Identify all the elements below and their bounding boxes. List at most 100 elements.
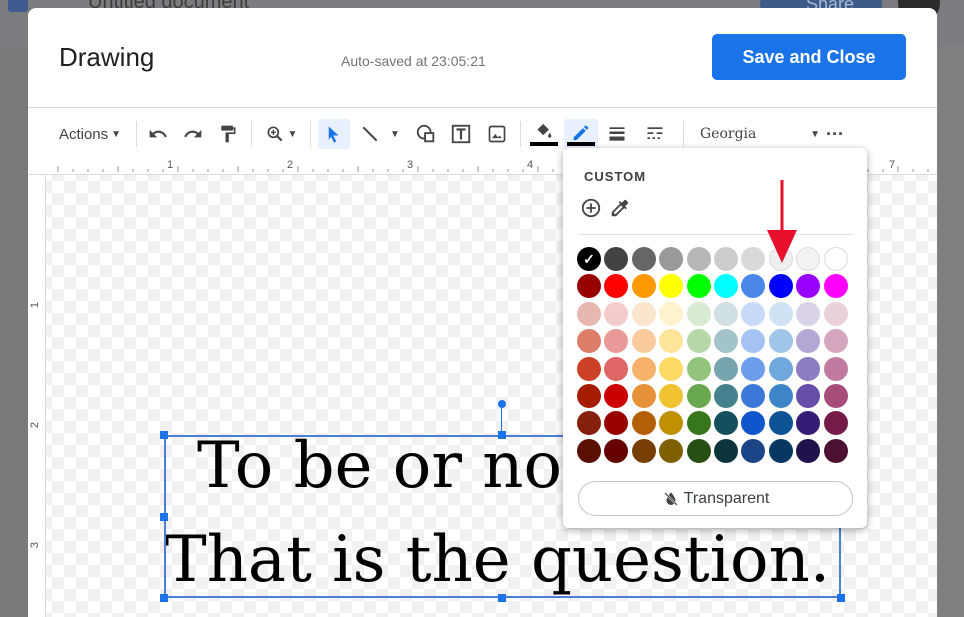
color-swatch[interactable]	[768, 438, 793, 463]
color-swatch[interactable]	[823, 329, 848, 354]
text-box-button[interactable]	[447, 119, 475, 149]
color-swatch[interactable]	[604, 438, 629, 463]
color-swatch[interactable]	[768, 356, 793, 381]
color-swatch[interactable]	[604, 247, 629, 271]
color-swatch[interactable]	[659, 247, 684, 271]
eyedropper-button[interactable]	[609, 197, 631, 224]
color-swatch[interactable]	[823, 384, 848, 408]
select-tool-button[interactable]	[318, 119, 350, 149]
color-swatch[interactable]	[604, 274, 629, 299]
font-menu[interactable]: Georgia ▼	[694, 119, 820, 149]
color-swatch[interactable]	[714, 301, 738, 326]
color-swatch[interactable]	[686, 301, 711, 326]
color-swatch[interactable]	[631, 329, 656, 354]
image-button[interactable]	[483, 119, 511, 149]
color-swatch[interactable]	[768, 329, 793, 354]
color-swatch[interactable]	[796, 356, 821, 381]
resize-handle-bottom[interactable]	[498, 594, 506, 602]
color-swatch[interactable]	[659, 384, 684, 408]
color-swatch[interactable]	[768, 384, 793, 408]
color-swatch[interactable]	[686, 384, 711, 408]
resize-handle-top[interactable]	[498, 431, 506, 439]
more-options-button[interactable]: ···	[821, 119, 849, 149]
color-swatch[interactable]	[796, 274, 821, 299]
color-swatch[interactable]	[823, 247, 848, 271]
actions-menu[interactable]: Actions ▼	[52, 119, 128, 149]
color-swatch[interactable]	[686, 329, 711, 354]
color-swatch[interactable]	[741, 438, 766, 463]
resize-handle-bottom-left[interactable]	[160, 594, 168, 602]
undo-button[interactable]	[144, 119, 172, 149]
color-swatch[interactable]	[604, 384, 629, 408]
add-custom-color-button[interactable]	[580, 197, 602, 224]
color-swatch[interactable]	[823, 274, 848, 299]
paint-format-button[interactable]	[214, 119, 242, 149]
resize-handle-top-left[interactable]	[160, 431, 168, 439]
color-swatch[interactable]: ✓	[577, 247, 601, 271]
border-weight-button[interactable]	[603, 119, 631, 149]
color-swatch[interactable]	[714, 274, 738, 299]
color-swatch[interactable]	[714, 438, 738, 463]
color-swatch[interactable]	[577, 301, 601, 326]
color-swatch[interactable]	[659, 411, 684, 436]
color-swatch[interactable]	[659, 438, 684, 463]
color-swatch[interactable]	[823, 301, 848, 326]
color-swatch[interactable]	[741, 329, 766, 354]
color-swatch[interactable]	[686, 411, 711, 436]
fill-color-button[interactable]	[528, 119, 560, 149]
color-swatch[interactable]	[796, 247, 821, 271]
color-swatch[interactable]	[796, 329, 821, 354]
color-swatch[interactable]	[686, 356, 711, 381]
color-swatch[interactable]	[659, 329, 684, 354]
color-swatch[interactable]	[686, 438, 711, 463]
color-swatch[interactable]	[741, 247, 766, 271]
color-swatch[interactable]	[686, 274, 711, 299]
color-swatch[interactable]	[577, 384, 601, 408]
color-swatch[interactable]	[577, 356, 601, 381]
color-swatch[interactable]	[631, 247, 656, 271]
transparent-button[interactable]: Transparent	[578, 481, 853, 516]
color-swatch[interactable]	[714, 329, 738, 354]
color-swatch[interactable]	[604, 356, 629, 381]
color-swatch[interactable]	[823, 356, 848, 381]
color-swatch[interactable]	[741, 411, 766, 436]
color-swatch[interactable]	[604, 411, 629, 436]
color-swatch[interactable]	[659, 274, 684, 299]
color-swatch[interactable]	[577, 329, 601, 354]
color-swatch[interactable]	[577, 411, 601, 436]
color-swatch[interactable]	[823, 411, 848, 436]
color-swatch[interactable]	[631, 301, 656, 326]
color-swatch[interactable]	[768, 411, 793, 436]
border-dash-button[interactable]	[641, 119, 669, 149]
color-swatch[interactable]	[714, 384, 738, 408]
color-swatch[interactable]	[714, 247, 738, 271]
color-swatch[interactable]	[714, 356, 738, 381]
color-swatch[interactable]	[577, 438, 601, 463]
color-swatch[interactable]	[741, 384, 766, 408]
color-swatch[interactable]	[577, 274, 601, 299]
color-swatch[interactable]	[686, 247, 711, 271]
resize-handle-left[interactable]	[160, 513, 168, 521]
color-swatch[interactable]	[768, 274, 793, 299]
color-swatch[interactable]	[796, 438, 821, 463]
color-swatch[interactable]	[823, 438, 848, 463]
color-swatch[interactable]	[631, 356, 656, 381]
color-swatch[interactable]	[741, 356, 766, 381]
color-swatch[interactable]	[796, 301, 821, 326]
shape-tool-button[interactable]	[412, 119, 440, 149]
color-swatch[interactable]	[604, 329, 629, 354]
zoom-menu[interactable]: ▼	[259, 119, 303, 149]
line-tool-menu[interactable]: ▼	[356, 119, 404, 149]
color-swatch[interactable]	[631, 411, 656, 436]
color-swatch[interactable]	[604, 301, 629, 326]
color-swatch[interactable]	[659, 356, 684, 381]
rotate-handle[interactable]	[498, 400, 506, 408]
color-swatch[interactable]	[796, 411, 821, 436]
color-swatch[interactable]	[741, 274, 766, 299]
resize-handle-bottom-right[interactable]	[837, 594, 845, 602]
color-swatch[interactable]	[741, 301, 766, 326]
redo-button[interactable]	[179, 119, 207, 149]
color-swatch[interactable]	[768, 301, 793, 326]
color-swatch[interactable]	[796, 384, 821, 408]
color-swatch[interactable]	[659, 301, 684, 326]
